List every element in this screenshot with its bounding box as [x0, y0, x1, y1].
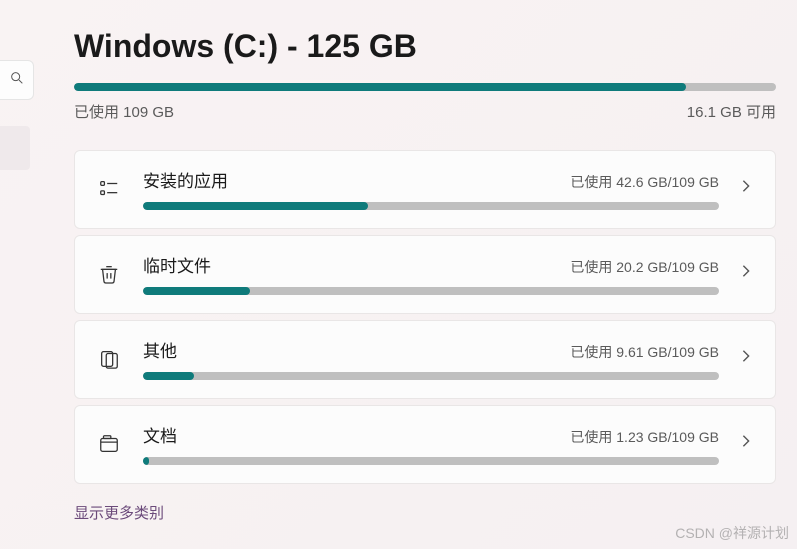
- show-more-link[interactable]: 显示更多类别: [74, 502, 164, 523]
- other-icon: [97, 347, 121, 371]
- card-body: 其他 已使用 9.61 GB/109 GB: [143, 337, 719, 380]
- chevron-right-icon: [741, 349, 755, 368]
- card-body: 安装的应用 已使用 42.6 GB/109 GB: [143, 167, 719, 210]
- drive-usage-row: 已使用 109 GB 16.1 GB 可用: [74, 101, 776, 122]
- category-usage: 已使用 9.61 GB/109 GB: [570, 342, 719, 362]
- free-label: 16.1 GB 可用: [687, 101, 776, 122]
- storage-content: Windows (C:) - 125 GB 已使用 109 GB 16.1 GB…: [74, 0, 797, 523]
- category-title: 安装的应用: [143, 167, 228, 192]
- card-body: 文档 已使用 1.23 GB/109 GB: [143, 422, 719, 465]
- category-usage: 已使用 20.2 GB/109 GB: [570, 257, 719, 277]
- category-temp-files[interactable]: 临时文件 已使用 20.2 GB/109 GB: [74, 235, 776, 314]
- category-installed-apps[interactable]: 安装的应用 已使用 42.6 GB/109 GB: [74, 150, 776, 229]
- category-bar: [143, 372, 719, 380]
- category-bar: [143, 457, 719, 465]
- category-list: 安装的应用 已使用 42.6 GB/109 GB 临时文件 已使用 20.2 G…: [74, 150, 776, 484]
- category-bar-fill: [143, 372, 194, 380]
- chevron-right-icon: [741, 434, 755, 453]
- category-bar-fill: [143, 287, 250, 295]
- used-label: 已使用 109 GB: [74, 101, 174, 122]
- sidebar-stub: [0, 126, 30, 170]
- category-bar-fill: [143, 202, 368, 210]
- drive-usage-bar-fill: [74, 83, 686, 91]
- category-title: 临时文件: [143, 252, 211, 277]
- search-icon: [9, 70, 25, 91]
- category-usage: 已使用 1.23 GB/109 GB: [570, 427, 719, 447]
- chevron-right-icon: [741, 264, 755, 283]
- card-body: 临时文件 已使用 20.2 GB/109 GB: [143, 252, 719, 295]
- search-button[interactable]: [0, 60, 34, 100]
- category-usage: 已使用 42.6 GB/109 GB: [570, 172, 719, 192]
- documents-icon: [97, 432, 121, 456]
- drive-usage-bar: [74, 83, 776, 91]
- category-bar: [143, 202, 719, 210]
- category-documents[interactable]: 文档 已使用 1.23 GB/109 GB: [74, 405, 776, 484]
- category-title: 其他: [143, 337, 177, 362]
- category-bar: [143, 287, 719, 295]
- apps-icon: [97, 177, 121, 201]
- category-bar-fill: [143, 457, 149, 465]
- drive-title: Windows (C:) - 125 GB: [74, 28, 777, 65]
- trash-icon: [97, 262, 121, 286]
- chevron-right-icon: [741, 179, 755, 198]
- category-other[interactable]: 其他 已使用 9.61 GB/109 GB: [74, 320, 776, 399]
- watermark: CSDN @祥源计划: [675, 523, 789, 543]
- category-title: 文档: [143, 422, 177, 447]
